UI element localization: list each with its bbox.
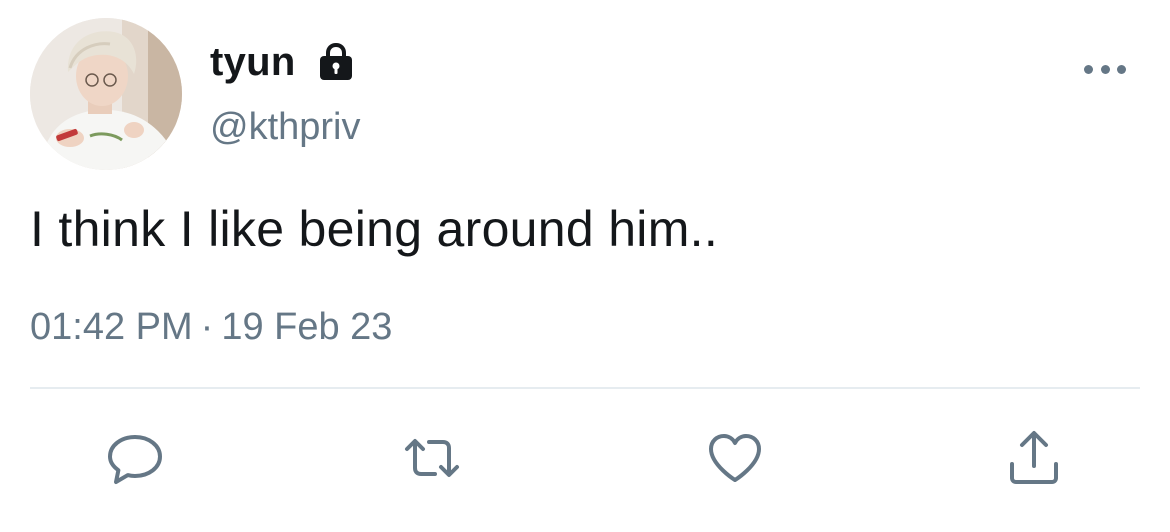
reply-button[interactable] — [103, 426, 167, 490]
avatar[interactable] — [30, 18, 182, 170]
tweet-timestamp[interactable]: 01:42 PM · 19 Feb 23 — [30, 306, 392, 349]
speech-bubble-icon — [108, 435, 162, 484]
retweet-arrows-icon — [405, 439, 459, 477]
tweet-card: tyun @kthpriv I think I like being aroun… — [0, 0, 1170, 532]
author-handle[interactable]: @kthpriv — [210, 106, 361, 149]
avatar-photo — [30, 18, 182, 170]
more-dot — [1117, 64, 1126, 74]
display-name[interactable]: tyun — [210, 40, 296, 85]
tweet-text: I think I like being around him.. — [30, 201, 719, 257]
author-name-row: tyun — [210, 36, 356, 88]
divider — [30, 387, 1140, 389]
meta-separator: · — [200, 306, 214, 348]
action-bar — [0, 426, 1170, 496]
more-dot — [1100, 64, 1110, 74]
tweet-time: 01:42 PM — [30, 306, 193, 348]
share-button[interactable] — [1002, 426, 1066, 490]
lock-icon — [316, 42, 356, 82]
more-options-button[interactable] — [1084, 52, 1126, 86]
heart-icon — [709, 434, 761, 482]
retweet-button[interactable] — [400, 426, 464, 490]
more-dot — [1084, 64, 1093, 74]
upload-share-icon — [1010, 431, 1058, 484]
like-button[interactable] — [703, 426, 767, 490]
tweet-date: 19 Feb 23 — [221, 306, 393, 348]
